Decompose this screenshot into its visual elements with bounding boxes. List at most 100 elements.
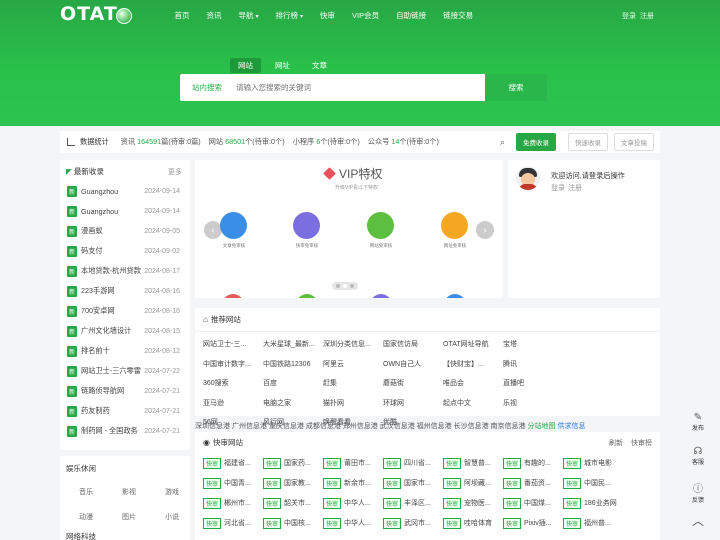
feature-site[interactable]: 网站免审核 — [367, 212, 395, 249]
feedback-button[interactable]: ⓘ 反馈 — [686, 480, 710, 504]
feature-url[interactable]: 网址免审核 — [441, 212, 469, 249]
article-submit-button[interactable]: 文章投稿 — [614, 133, 654, 151]
fast-review-item[interactable]: 快审 中国民... — [563, 473, 621, 493]
tag-games[interactable]: 游戏 — [152, 484, 192, 500]
list-item[interactable]: 新本地贷款-杭州贷款 2024-08-17 — [60, 261, 190, 281]
service-button[interactable]: ☊ 客服 — [686, 446, 710, 466]
fast-review-item[interactable]: 快审 福州普... — [563, 513, 621, 533]
recommended-link[interactable]: 中国审计数字... — [203, 355, 261, 375]
list-item[interactable]: 新排名前十 2024-08-12 — [60, 341, 190, 361]
fast-review-item[interactable]: 快审 国家药... — [263, 453, 321, 473]
recommended-link[interactable]: 猫扑网 — [323, 394, 381, 414]
recommended-link[interactable]: 深圳分类信息... — [323, 335, 381, 355]
tab-article[interactable]: 文章 — [304, 58, 335, 73]
recommended-link[interactable]: 乐视 — [503, 394, 561, 414]
recommended-link[interactable]: 亚马逊 — [203, 394, 261, 414]
recommended-link[interactable]: 中国铁路12306 — [263, 355, 321, 375]
back-to-top-button[interactable]: ︿ — [686, 512, 710, 529]
fast-review-item[interactable]: 快审 国家教... — [263, 473, 321, 493]
tag-movies[interactable]: 影视 — [109, 484, 149, 500]
tag-anime[interactable]: 动漫 — [66, 509, 106, 525]
tab-url[interactable]: 网址 — [267, 58, 298, 73]
recommended-link[interactable]: 环球网 — [383, 394, 441, 414]
fast-review-item[interactable]: 快审 Pixiv插... — [503, 513, 561, 533]
search-icon[interactable]: ⌕ — [500, 137, 510, 147]
fast-review-item[interactable]: 快审 河北省... — [203, 513, 261, 533]
list-item[interactable]: 新 700安卓网 2024-08-16 — [60, 301, 190, 321]
recommended-link[interactable]: 360搜索 — [203, 374, 261, 394]
fast-review-item[interactable]: 快审 中国核... — [263, 513, 321, 533]
recommended-link[interactable]: OWN自己人 — [383, 355, 441, 375]
site-logo[interactable]: OTAT — [60, 3, 118, 25]
recommended-link[interactable]: 宝塔 — [503, 335, 561, 355]
fast-review-item[interactable]: 快审 中国青... — [203, 473, 261, 493]
site-map-link[interactable]: 分站地图 — [528, 423, 556, 430]
recommended-link[interactable]: 百度 — [263, 374, 321, 394]
fast-review-item[interactable]: 快审 丰泽区... — [383, 493, 441, 513]
list-item[interactable]: 新 Guangzhou 2024-09-14 — [60, 201, 190, 221]
fast-review-item[interactable]: 快审 中国煤... — [503, 493, 561, 513]
recommended-link[interactable]: 腾讯 — [503, 355, 561, 375]
list-item[interactable]: 新码支付 2024-09-02 — [60, 241, 190, 261]
fast-review-item[interactable]: 快审 新余市... — [323, 473, 381, 493]
user-register-link[interactable]: 注册 — [568, 185, 582, 192]
recommended-link[interactable]: 【快财宝】... — [443, 355, 501, 375]
list-item[interactable]: 新 223手游网 2024-08-16 — [60, 281, 190, 301]
recommended-link[interactable]: 大米星球_最新... — [263, 335, 321, 355]
recommended-link[interactable]: 电脑之家 — [263, 394, 321, 414]
publish-button[interactable]: ✎ 发布 — [686, 412, 710, 432]
feature-article[interactable]: 文章免审核 — [220, 212, 248, 249]
fast-review-item[interactable]: 快审 186业务网 — [563, 493, 621, 513]
nav-home[interactable]: 首页 — [175, 10, 190, 21]
fast-review-item[interactable]: 快审 福建省... — [203, 453, 261, 473]
user-login-link[interactable]: 登录 — [551, 185, 565, 192]
fast-review-item[interactable]: 快审 韶关市... — [263, 493, 321, 513]
recommended-link[interactable]: OTAT网址导航 — [443, 335, 501, 355]
tag-novels[interactable]: 小说 — [152, 509, 192, 525]
carousel-dot[interactable] — [343, 284, 347, 288]
fast-review-item[interactable]: 快审 中华人... — [323, 513, 381, 533]
tag-music[interactable]: 音乐 — [66, 484, 106, 500]
fast-ranking-link[interactable]: 快审榜 — [631, 440, 652, 447]
fast-review-item[interactable]: 快审 有趣的... — [503, 453, 561, 473]
nav-link-trade[interactable]: 链接交易 — [443, 10, 473, 21]
fast-review-item[interactable]: 快审 智慧普... — [443, 453, 501, 473]
search-button[interactable]: 搜索 — [485, 74, 547, 101]
fast-submit-button[interactable]: 快速收录 — [568, 133, 608, 151]
tab-site[interactable]: 网站 — [230, 58, 261, 73]
list-item[interactable]: 新广州文化墙设计 2024-08-15 — [60, 321, 190, 341]
recommended-link[interactable]: 直播吧 — [503, 374, 561, 394]
nav-directory[interactable]: 导航 ▾ — [239, 10, 259, 21]
supply-link[interactable]: 供求信息 — [557, 423, 585, 430]
nav-self-link[interactable]: 自助链接 — [396, 10, 426, 21]
list-item[interactable]: 新链路侦导航网 2024-07-21 — [60, 381, 190, 401]
recommended-link[interactable]: 网站卫士-三... — [203, 335, 261, 355]
fast-review-item[interactable]: 快审 国家市... — [383, 473, 441, 493]
fast-review-item[interactable]: 快审 城市电影 — [563, 453, 621, 473]
fast-review-item[interactable]: 快审 中华人... — [323, 493, 381, 513]
more-link[interactable]: 更多 — [168, 167, 182, 177]
fast-review-item[interactable]: 快审 莆田市... — [323, 453, 381, 473]
nav-fast-review[interactable]: 快审 — [320, 10, 335, 21]
refresh-link[interactable]: 刷新 — [609, 440, 623, 447]
fast-review-item[interactable]: 快审 四川省... — [383, 453, 441, 473]
nav-news[interactable]: 资讯 — [207, 10, 222, 21]
list-item[interactable]: 新制药网 - 全国政务 2024-07-21 — [60, 421, 190, 441]
fast-review-item[interactable]: 快审 宠物医... — [443, 493, 501, 513]
recommended-link[interactable]: 阿里云 — [323, 355, 381, 375]
tag-images[interactable]: 图片 — [109, 509, 149, 525]
carousel-dot[interactable] — [336, 284, 340, 288]
nav-ranking[interactable]: 排行榜 ▾ — [276, 10, 304, 21]
nav-vip[interactable]: VIP会员 — [352, 10, 379, 21]
fast-review-item[interactable]: 快审 哇哈体育 — [443, 513, 501, 533]
fast-review-item[interactable]: 快审 番茄资... — [503, 473, 561, 493]
fast-review-item[interactable]: 快审 武冈市... — [383, 513, 441, 533]
register-link[interactable]: 注册 — [640, 13, 654, 20]
fast-review-item[interactable]: 快审 阿坝藏... — [443, 473, 501, 493]
list-item[interactable]: 新药友制药 2024-07-21 — [60, 401, 190, 421]
recommended-link[interactable]: 唯品会 — [443, 374, 501, 394]
list-item[interactable]: 新漫画蚁 2024-09-05 — [60, 221, 190, 241]
feature-fast[interactable]: 快审免审核 — [293, 212, 321, 249]
recommended-link[interactable]: 国家信访局 — [383, 335, 441, 355]
carousel-dot[interactable] — [350, 284, 354, 288]
